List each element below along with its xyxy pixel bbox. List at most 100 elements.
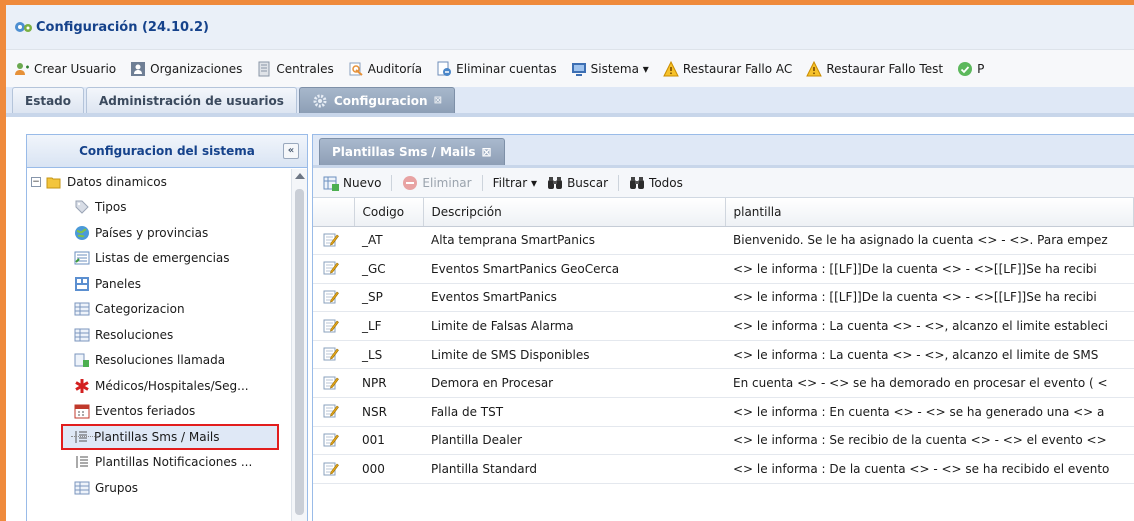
edit-icon[interactable] bbox=[323, 317, 339, 333]
todos-button[interactable]: Todos bbox=[629, 175, 683, 191]
table-icon bbox=[74, 480, 90, 496]
tree-item-tipos[interactable]: Tipos bbox=[27, 195, 291, 221]
column-header-descripcion[interactable]: Descripción bbox=[423, 198, 726, 227]
tree-node-datos-dinamicos[interactable]: − Datos dinamicos bbox=[27, 169, 291, 195]
edit-icon[interactable] bbox=[323, 231, 339, 247]
right-tab-label: Plantillas Sms / Mails bbox=[332, 145, 476, 159]
tree-item-listas-emergencias[interactable]: Listas de emergencias bbox=[27, 246, 291, 272]
organizaciones-label: Organizaciones bbox=[150, 61, 243, 76]
codigo-cell: _LF bbox=[354, 311, 423, 341]
codigo-cell: 000 bbox=[354, 454, 423, 484]
tree-scrollbar[interactable] bbox=[291, 169, 307, 521]
tree-item-grupos[interactable]: Grupos bbox=[27, 475, 291, 501]
scroll-up-icon[interactable] bbox=[295, 173, 305, 179]
audit-icon bbox=[348, 61, 364, 77]
tree-item-plantillas-notificaciones[interactable]: Plantillas Notificaciones ... bbox=[27, 450, 291, 476]
table-row[interactable]: NPR Demora en Procesar En cuenta <> - <> s… bbox=[313, 368, 1134, 399]
table-row[interactable]: _SP Eventos SmartPanics <> le informa : [[… bbox=[313, 283, 1134, 313]
main-tabbar: Estado Administración de usuarios Config… bbox=[6, 87, 1134, 117]
plantilla-cell: <> le informa : Se recibio de la cuenta … bbox=[725, 426, 1134, 456]
system-icon bbox=[571, 61, 587, 77]
table-row[interactable]: 000 Plantilla Standard <> le informa : De … bbox=[313, 454, 1134, 484]
tab-configuracion[interactable]: Configuracion ⊠ bbox=[298, 87, 455, 113]
tree-node-label: Datos dinamicos bbox=[67, 174, 167, 189]
tree-item-resoluciones[interactable]: Resoluciones bbox=[27, 322, 291, 348]
tree-item-label: Plantillas Sms / Mails bbox=[94, 429, 220, 444]
template-list-icon bbox=[74, 454, 90, 470]
descripcion-cell: Limite de Falsas Alarma bbox=[423, 311, 725, 341]
tree-item-label: Eventos feriados bbox=[95, 404, 196, 419]
tab-administracion-usuarios[interactable]: Administración de usuarios bbox=[86, 87, 297, 113]
tree-item-label: Plantillas Notificaciones ... bbox=[95, 455, 253, 470]
edit-icon[interactable] bbox=[323, 345, 339, 361]
tree-item-medicos-hospitales[interactable]: Médicos/Hospitales/Seg... bbox=[27, 373, 291, 399]
column-header-edit bbox=[313, 198, 355, 227]
edit-cell bbox=[313, 226, 354, 256]
tree-item-plantillas-sms-mails[interactable]: Plantillas Sms / Mails bbox=[61, 424, 279, 450]
check-icon bbox=[957, 61, 973, 77]
restaurar-fallo-ac-button[interactable]: Restaurar Fallo AC bbox=[663, 60, 793, 77]
table-row[interactable]: _GC Eventos SmartPanics GeoCerca <> le inf… bbox=[313, 254, 1134, 284]
restaurar-fallo-test-label: Restaurar Fallo Test bbox=[826, 61, 944, 76]
column-header-codigo[interactable]: Codigo bbox=[354, 198, 424, 227]
eliminar-button[interactable]: Eliminar bbox=[402, 175, 472, 191]
tab-estado[interactable]: Estado bbox=[12, 87, 85, 113]
sistema-menu-button[interactable]: Sistema ▾ bbox=[571, 61, 649, 77]
table-icon bbox=[74, 301, 90, 317]
main-toolbar: Crear Usuario Organizaciones Centrales A… bbox=[6, 49, 1134, 87]
tree-item-eventos-feriados[interactable]: Eventos feriados bbox=[27, 399, 291, 425]
buscar-button[interactable]: Buscar bbox=[547, 175, 608, 191]
table-row[interactable]: _AT Alta temprana SmartPanics Bienvenido. … bbox=[313, 226, 1134, 256]
tree-item-label: Categorizacion bbox=[95, 302, 185, 317]
descripcion-cell: Plantilla Dealer bbox=[423, 426, 725, 456]
configuracion-sistema-panel: Configuracion del sistema « − Datos dina… bbox=[26, 134, 308, 521]
table-row[interactable]: NSR Falla de TST <> le informa : En cuenta… bbox=[313, 397, 1134, 427]
tree-connector bbox=[71, 436, 97, 437]
descripcion-cell: Plantilla Standard bbox=[423, 454, 725, 484]
collapse-node-icon[interactable]: − bbox=[31, 176, 41, 187]
globe-icon bbox=[74, 225, 90, 241]
close-tab-icon[interactable]: ⊠ bbox=[434, 95, 442, 106]
nuevo-button[interactable]: Nuevo bbox=[323, 175, 381, 191]
tree-item-categorizacion[interactable]: Categorizacion bbox=[27, 297, 291, 323]
descripcion-cell: Alta temprana SmartPanics bbox=[423, 226, 725, 256]
table-row[interactable]: _LF Limite de Falsas Alarma <> le informa … bbox=[313, 311, 1134, 341]
close-tab-icon[interactable]: ⊠ bbox=[481, 145, 491, 159]
edit-icon[interactable] bbox=[323, 460, 339, 476]
collapse-panel-button[interactable]: « bbox=[283, 143, 299, 159]
scroll-thumb[interactable] bbox=[295, 189, 304, 515]
table-row[interactable]: _LS Limite de SMS Disponibles <> le inform… bbox=[313, 340, 1134, 370]
table-icon bbox=[74, 327, 90, 343]
restaurar-fallo-test-button[interactable]: Restaurar Fallo Test bbox=[806, 60, 944, 77]
codigo-cell: _SP bbox=[354, 283, 423, 313]
eliminar-cuentas-button[interactable]: Eliminar cuentas bbox=[436, 61, 557, 77]
tree-item-paneles[interactable]: Paneles bbox=[27, 271, 291, 297]
warning-icon bbox=[806, 60, 823, 77]
tab-plantillas-sms-mails[interactable]: Plantillas Sms / Mails ⊠ bbox=[319, 138, 505, 165]
tree-item-resoluciones-llamada[interactable]: Resoluciones llamada bbox=[27, 348, 291, 374]
auditoria-button[interactable]: Auditoría bbox=[348, 61, 422, 77]
tree-item-paises-provincias[interactable]: Países y provincias bbox=[27, 220, 291, 246]
organizaciones-button[interactable]: Organizaciones bbox=[130, 61, 242, 77]
tab-configuracion-label: Configuracion bbox=[333, 93, 428, 108]
p-button[interactable]: P bbox=[957, 61, 984, 77]
edit-icon[interactable] bbox=[323, 431, 339, 447]
edit-icon[interactable] bbox=[323, 374, 339, 390]
left-panel-header: Configuracion del sistema « bbox=[27, 135, 307, 168]
descripcion-cell: Limite de SMS Disponibles bbox=[423, 340, 725, 370]
sistema-label: Sistema ▾ bbox=[590, 61, 649, 76]
todos-label: Todos bbox=[649, 175, 683, 190]
tree-item-label: Tipos bbox=[95, 200, 127, 215]
filtrar-button[interactable]: Filtrar ▾ bbox=[493, 176, 537, 190]
table-row[interactable]: 001 Plantilla Dealer <> le informa : Se re… bbox=[313, 426, 1134, 456]
restaurar-fallo-ac-label: Restaurar Fallo AC bbox=[682, 61, 793, 76]
crear-usuario-button[interactable]: Crear Usuario bbox=[14, 61, 116, 77]
centrales-button[interactable]: Centrales bbox=[256, 61, 334, 77]
edit-icon[interactable] bbox=[323, 402, 339, 418]
crear-usuario-label: Crear Usuario bbox=[34, 61, 117, 76]
edit-icon[interactable] bbox=[323, 259, 339, 275]
delete-accounts-icon bbox=[436, 61, 452, 77]
column-header-plantilla[interactable]: plantilla bbox=[725, 198, 1134, 227]
plantilla-cell: <> le informa : La cuenta <> - <>, alcan… bbox=[725, 340, 1134, 370]
edit-icon[interactable] bbox=[323, 288, 339, 304]
